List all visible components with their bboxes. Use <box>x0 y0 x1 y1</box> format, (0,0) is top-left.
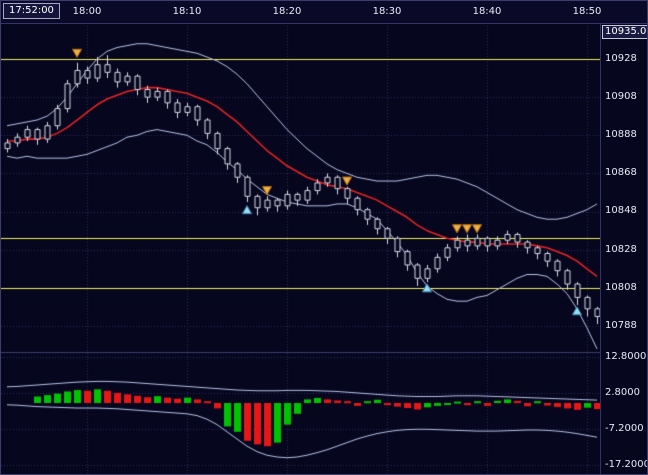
time-axis-label: 18:30 <box>373 6 402 17</box>
osc-axis-label: 12.8000 <box>605 351 646 363</box>
price-axis-label: 10788 <box>605 320 637 332</box>
time-axis-label: 18:40 <box>473 6 502 17</box>
osc-axis-label: 2.8000 <box>605 387 640 399</box>
chart-canvas[interactable] <box>1 23 601 475</box>
time-axis: 17:52:00 18:00 18:10 18:20 18:30 18:40 1… <box>1 1 647 24</box>
time-axis-label: 18:00 <box>73 6 102 17</box>
time-axis-label: 18:20 <box>273 6 302 17</box>
price-axis-label: 10868 <box>605 167 637 179</box>
trading-chart-window: 17:52:00 18:00 18:10 18:20 18:30 18:40 1… <box>0 0 648 475</box>
price-axis-label: 10848 <box>605 205 637 217</box>
price-axis-label: 10808 <box>605 282 637 294</box>
time-axis-label: 18:10 <box>173 6 202 17</box>
osc-axis-label: -17.2000 <box>605 459 648 471</box>
time-cursor-label: 17:52:00 <box>3 3 60 19</box>
price-axis-label: 10888 <box>605 129 637 141</box>
time-axis-label: 18:50 <box>573 6 602 17</box>
price-axis: 10935.0 10928 10908 10888 10868 10848 10… <box>600 23 648 474</box>
osc-axis-label: -7.2000 <box>605 423 644 435</box>
price-axis-label: 10908 <box>605 91 637 103</box>
price-axis-label: 10928 <box>605 53 637 65</box>
current-price-badge: 10935.0 <box>602 25 648 39</box>
price-axis-label: 10828 <box>605 244 637 256</box>
